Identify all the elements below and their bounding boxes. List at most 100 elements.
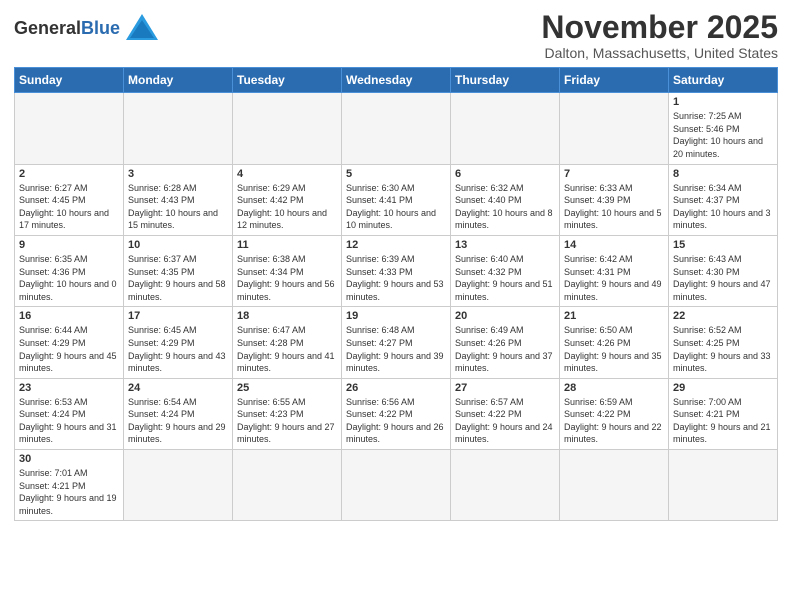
day-info: Sunrise: 6:27 AM Sunset: 4:45 PM Dayligh…: [19, 182, 119, 232]
logo-text: GeneralBlue: [14, 18, 120, 39]
day-info: Sunrise: 6:29 AM Sunset: 4:42 PM Dayligh…: [237, 182, 337, 232]
table-row: 23Sunrise: 6:53 AM Sunset: 4:24 PM Dayli…: [15, 378, 124, 449]
day-info: Sunrise: 7:01 AM Sunset: 4:21 PM Dayligh…: [19, 467, 119, 517]
table-row: 20 Sunrise: 6:49 AM Sunset: 4:26 PM Dayli…: [451, 307, 560, 378]
calendar-subtitle: Dalton, Massachusetts, United States: [541, 45, 778, 61]
table-row: 30 Sunrise: 7:01 AM Sunset: 4:21 PM Dayli…: [15, 450, 124, 521]
day-info: Sunrise: 6:48 AM Sunset: 4:27 PM Dayligh…: [346, 324, 446, 374]
day-info: Sunrise: 7:00 AM Sunset: 4:21 PM Dayligh…: [673, 396, 773, 446]
header: GeneralBlue November 2025 Dalton, Massac…: [14, 10, 778, 61]
table-row: 13 Sunrise: 6:40 AM Sunset: 4:32 PM Dayli…: [451, 235, 560, 306]
day-info: Sunrise: 6:43 AM Sunset: 4:30 PM Dayligh…: [673, 253, 773, 303]
page: GeneralBlue November 2025 Dalton, Massac…: [0, 0, 792, 612]
day-info: Sunrise: 6:28 AM Sunset: 4:43 PM Dayligh…: [128, 182, 228, 232]
table-row: 21Sunrise: 6:50 AM Sunset: 4:26 PM Dayli…: [560, 307, 669, 378]
day-number: 18: [237, 310, 337, 322]
day-number: 29: [673, 382, 773, 394]
table-row: 27 Sunrise: 6:57 AM Sunset: 4:22 PM Dayli…: [451, 378, 560, 449]
table-row: [560, 93, 669, 164]
day-info: Sunrise: 6:34 AM Sunset: 4:37 PM Dayligh…: [673, 182, 773, 232]
table-row: [124, 93, 233, 164]
day-info: Sunrise: 6:40 AM Sunset: 4:32 PM Dayligh…: [455, 253, 555, 303]
table-row: 11Sunrise: 6:38 AM Sunset: 4:34 PM Dayli…: [233, 235, 342, 306]
day-number: 16: [19, 310, 119, 322]
day-info: Sunrise: 6:56 AM Sunset: 4:22 PM Dayligh…: [346, 396, 446, 446]
day-info: Sunrise: 6:39 AM Sunset: 4:33 PM Dayligh…: [346, 253, 446, 303]
table-row: 28 Sunrise: 6:59 AM Sunset: 4:22 PM Dayli…: [560, 378, 669, 449]
table-row: 14 Sunrise: 6:42 AM Sunset: 4:31 PM Dayli…: [560, 235, 669, 306]
table-row: 12 Sunrise: 6:39 AM Sunset: 4:33 PM Dayli…: [342, 235, 451, 306]
table-row: [342, 93, 451, 164]
day-number: 26: [346, 382, 446, 394]
day-info: Sunrise: 7:25 AM Sunset: 5:46 PM Dayligh…: [673, 110, 773, 160]
day-number: 10: [128, 239, 228, 251]
day-number: 15: [673, 239, 773, 251]
day-number: 20: [455, 310, 555, 322]
calendar-title: November 2025: [541, 10, 778, 45]
table-row: [233, 450, 342, 521]
day-number: 1: [673, 96, 773, 108]
header-saturday: Saturday: [669, 68, 778, 93]
table-row: [124, 450, 233, 521]
day-info: Sunrise: 6:33 AM Sunset: 4:39 PM Dayligh…: [564, 182, 664, 232]
day-info: Sunrise: 6:55 AM Sunset: 4:23 PM Dayligh…: [237, 396, 337, 446]
table-row: 7 Sunrise: 6:33 AM Sunset: 4:39 PM Daylig…: [560, 164, 669, 235]
day-info: Sunrise: 6:32 AM Sunset: 4:40 PM Dayligh…: [455, 182, 555, 232]
header-monday: Monday: [124, 68, 233, 93]
day-number: 13: [455, 239, 555, 251]
calendar-table: Sunday Monday Tuesday Wednesday Thursday…: [14, 67, 778, 521]
day-number: 23: [19, 382, 119, 394]
table-row: 9Sunrise: 6:35 AM Sunset: 4:36 PM Daylig…: [15, 235, 124, 306]
table-row: 24 Sunrise: 6:54 AM Sunset: 4:24 PM Dayli…: [124, 378, 233, 449]
table-row: [233, 93, 342, 164]
day-info: Sunrise: 6:59 AM Sunset: 4:22 PM Dayligh…: [564, 396, 664, 446]
day-number: 17: [128, 310, 228, 322]
table-row: [451, 93, 560, 164]
header-thursday: Thursday: [451, 68, 560, 93]
day-info: Sunrise: 6:42 AM Sunset: 4:31 PM Dayligh…: [564, 253, 664, 303]
day-info: Sunrise: 6:54 AM Sunset: 4:24 PM Dayligh…: [128, 396, 228, 446]
table-row: 25 Sunrise: 6:55 AM Sunset: 4:23 PM Dayli…: [233, 378, 342, 449]
day-number: 27: [455, 382, 555, 394]
day-number: 8: [673, 168, 773, 180]
day-number: 30: [19, 453, 119, 465]
table-row: 16 Sunrise: 6:44 AM Sunset: 4:29 PM Dayli…: [15, 307, 124, 378]
table-row: [560, 450, 669, 521]
table-row: [669, 450, 778, 521]
table-row: 17 Sunrise: 6:45 AM Sunset: 4:29 PM Dayli…: [124, 307, 233, 378]
day-number: 7: [564, 168, 664, 180]
table-row: 1 Sunrise: 7:25 AM Sunset: 5:46 PM Daylig…: [669, 93, 778, 164]
header-friday: Friday: [560, 68, 669, 93]
day-info: Sunrise: 6:44 AM Sunset: 4:29 PM Dayligh…: [19, 324, 119, 374]
day-number: 4: [237, 168, 337, 180]
table-row: 18Sunrise: 6:47 AM Sunset: 4:28 PM Dayli…: [233, 307, 342, 378]
day-info: Sunrise: 6:45 AM Sunset: 4:29 PM Dayligh…: [128, 324, 228, 374]
day-info: Sunrise: 6:50 AM Sunset: 4:26 PM Dayligh…: [564, 324, 664, 374]
day-number: 25: [237, 382, 337, 394]
header-tuesday: Tuesday: [233, 68, 342, 93]
logo-general: General: [14, 18, 81, 38]
table-row: 10Sunrise: 6:37 AM Sunset: 4:35 PM Dayli…: [124, 235, 233, 306]
table-row: [15, 93, 124, 164]
table-row: [451, 450, 560, 521]
day-number: 22: [673, 310, 773, 322]
table-row: 15 Sunrise: 6:43 AM Sunset: 4:30 PM Dayli…: [669, 235, 778, 306]
day-number: 24: [128, 382, 228, 394]
day-number: 3: [128, 168, 228, 180]
day-number: 5: [346, 168, 446, 180]
table-row: 26 Sunrise: 6:56 AM Sunset: 4:22 PM Dayli…: [342, 378, 451, 449]
day-number: 6: [455, 168, 555, 180]
table-row: 3 Sunrise: 6:28 AM Sunset: 4:43 PM Daylig…: [124, 164, 233, 235]
day-number: 19: [346, 310, 446, 322]
table-row: 4 Sunrise: 6:29 AM Sunset: 4:42 PM Daylig…: [233, 164, 342, 235]
table-row: 2Sunrise: 6:27 AM Sunset: 4:45 PM Daylig…: [15, 164, 124, 235]
day-number: 28: [564, 382, 664, 394]
header-sunday: Sunday: [15, 68, 124, 93]
day-number: 9: [19, 239, 119, 251]
weekday-header-row: Sunday Monday Tuesday Wednesday Thursday…: [15, 68, 778, 93]
day-info: Sunrise: 6:57 AM Sunset: 4:22 PM Dayligh…: [455, 396, 555, 446]
day-number: 14: [564, 239, 664, 251]
day-number: 12: [346, 239, 446, 251]
day-info: Sunrise: 6:49 AM Sunset: 4:26 PM Dayligh…: [455, 324, 555, 374]
day-info: Sunrise: 6:30 AM Sunset: 4:41 PM Dayligh…: [346, 182, 446, 232]
